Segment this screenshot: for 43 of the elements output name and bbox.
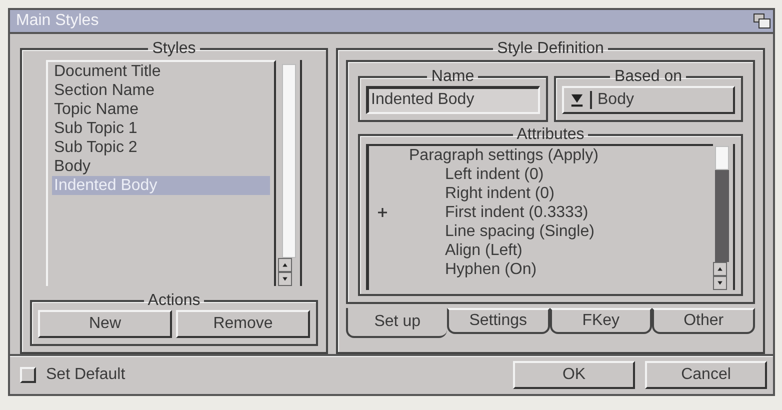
attribute-item[interactable]: Hyphen (On) [393,260,537,279]
group-title: Name [430,68,476,86]
scrollbar[interactable] [713,144,735,290]
attribute-item[interactable]: First indent (0.3333) [393,202,588,222]
tab[interactable]: Set up [346,308,447,338]
dialog-button[interactable]: Cancel [645,361,767,390]
window-title: Main Styles [15,12,99,30]
scroll-thumb[interactable] [282,64,296,258]
scroll-down-icon[interactable] [278,272,292,286]
scroll-up-icon[interactable] [713,262,727,276]
tab[interactable]: Settings [446,308,550,334]
based-on-dropdown[interactable]: Body [562,86,735,114]
dialog-button[interactable]: OK [513,361,635,390]
group-title: Style Definition [496,40,605,58]
attribute-item[interactable]: Align (Left) [393,240,522,260]
scrollbar[interactable] [276,60,302,286]
style-item[interactable]: Section Name [52,80,270,100]
scroll-up-icon[interactable] [278,258,292,272]
attribute-item[interactable]: Line spacing (Single) [393,222,594,241]
group-title: Based on [613,68,684,86]
group-title: Actions [146,292,202,310]
dropdown-icon [570,92,584,107]
group-title: Attributes [516,126,586,144]
style-item[interactable]: Topic Name [52,100,270,119]
scroll-down-icon[interactable] [713,276,727,290]
tab[interactable]: Other [652,308,755,334]
name-field[interactable]: Indented Body [366,86,540,114]
attribute-item[interactable]: Paragraph settings (Apply) [393,146,598,165]
attribute-item[interactable]: Right indent (0) [393,184,554,203]
style-item[interactable]: Document Title [52,62,270,81]
checkbox[interactable] [20,367,36,384]
depth-gadget-icon[interactable] [753,12,771,29]
attribute-item[interactable]: Left indent (0) [393,164,544,184]
tab[interactable]: FKey [550,308,652,334]
style-item[interactable]: Sub Topic 2 [52,138,270,157]
action-button[interactable]: Remove [176,310,310,338]
action-button[interactable]: New [38,310,172,338]
group-title: Styles [151,40,197,58]
style-item[interactable]: Body [52,156,270,176]
style-item[interactable]: Sub Topic 1 [52,118,270,138]
scroll-thumb[interactable] [715,146,729,170]
checkbox-label[interactable]: Set Default [46,366,126,384]
dropdown-value: Body [590,90,634,109]
